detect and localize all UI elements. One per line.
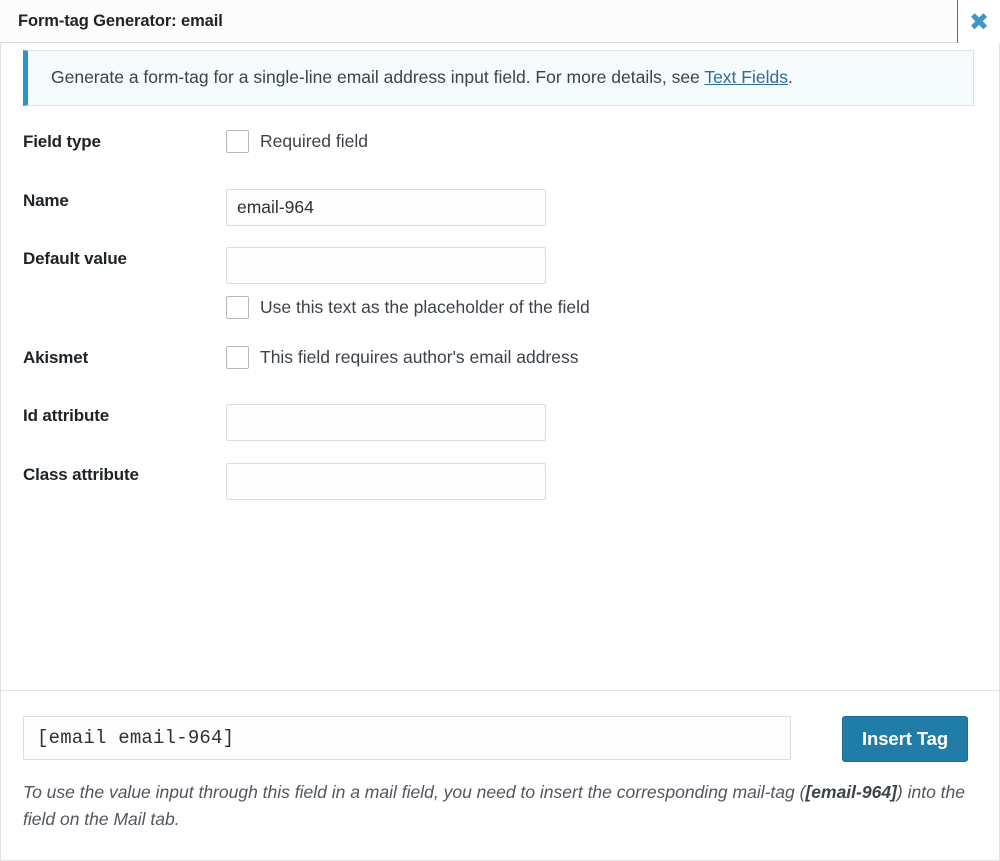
label-id-attribute: Id attribute [23, 406, 110, 426]
placeholder-checkline[interactable]: Use this text as the placeholder of the … [226, 296, 999, 320]
dialog-body: Generate a form-tag for a single-line em… [0, 43, 1000, 690]
control-id-attribute [226, 404, 999, 442]
name-input[interactable] [226, 189, 546, 227]
akismet-checkbox[interactable] [226, 346, 249, 370]
akismet-checkline[interactable]: This field requires author's email addre… [226, 346, 999, 370]
control-name [226, 189, 999, 227]
label-akismet: Akismet [23, 348, 89, 368]
label-name: Name [23, 191, 69, 211]
form-tag-generator-dialog: Form-tag Generator: email ✖ Generate a f… [0, 0, 1000, 861]
control-default-value [226, 247, 999, 285]
label-field-type: Field type [23, 132, 101, 152]
label-default-value: Default value [23, 249, 127, 269]
close-icon: ✖ [968, 7, 990, 36]
notice-text-after: . [787, 67, 793, 87]
mail-tag-hint: To use the value input through this fiel… [23, 779, 971, 833]
id-attribute-input[interactable] [226, 404, 546, 442]
placeholder-label[interactable]: Use this text as the placeholder of the … [260, 297, 590, 318]
control-class-attribute [226, 463, 999, 501]
notice-text: Generate a form-tag for a single-line em… [51, 64, 957, 91]
page-title: Form-tag Generator: email [18, 11, 223, 30]
footer-top-row: Insert Tag [23, 716, 977, 762]
class-attribute-input[interactable] [226, 463, 546, 501]
text-fields-link[interactable]: Text Fields [704, 67, 788, 87]
row-field-type: Field type Required field [1, 130, 999, 170]
control-akismet: This field requires author's email addre… [226, 346, 999, 370]
default-value-input[interactable] [226, 247, 546, 285]
info-notice: Generate a form-tag for a single-line em… [23, 50, 974, 107]
close-button[interactable]: ✖ [957, 0, 1000, 44]
required-field-label[interactable]: Required field [260, 131, 368, 152]
dialog-footer: Insert Tag To use the value input throug… [0, 690, 1000, 861]
row-class-attribute: Class attribute [1, 463, 999, 503]
notice-text-before: Generate a form-tag for a single-line em… [51, 67, 705, 87]
control-field-type: Required field [226, 130, 999, 154]
row-placeholder-option: Use this text as the placeholder of the … [1, 296, 999, 336]
row-name: Name [1, 189, 999, 229]
control-placeholder-option: Use this text as the placeholder of the … [226, 296, 999, 320]
row-default-value: Default value [1, 247, 999, 287]
akismet-label[interactable]: This field requires author's email addre… [260, 347, 579, 368]
placeholder-checkbox[interactable] [226, 296, 249, 320]
generated-tag-input[interactable] [23, 716, 791, 760]
required-field-checkline[interactable]: Required field [226, 130, 999, 154]
required-field-checkbox[interactable] [226, 130, 249, 154]
hint-before: To use the value input through this fiel… [23, 782, 806, 802]
label-class-attribute: Class attribute [23, 465, 139, 485]
row-id-attribute: Id attribute [1, 404, 999, 444]
insert-tag-button[interactable]: Insert Tag [842, 716, 969, 762]
dialog-header: Form-tag Generator: email ✖ [0, 0, 1000, 44]
row-akismet: Akismet This field requires author's ema… [1, 346, 999, 386]
hint-mail-tag: [email-964] [805, 782, 897, 802]
form-fields: Field type Required field Name Default v… [1, 106, 999, 503]
